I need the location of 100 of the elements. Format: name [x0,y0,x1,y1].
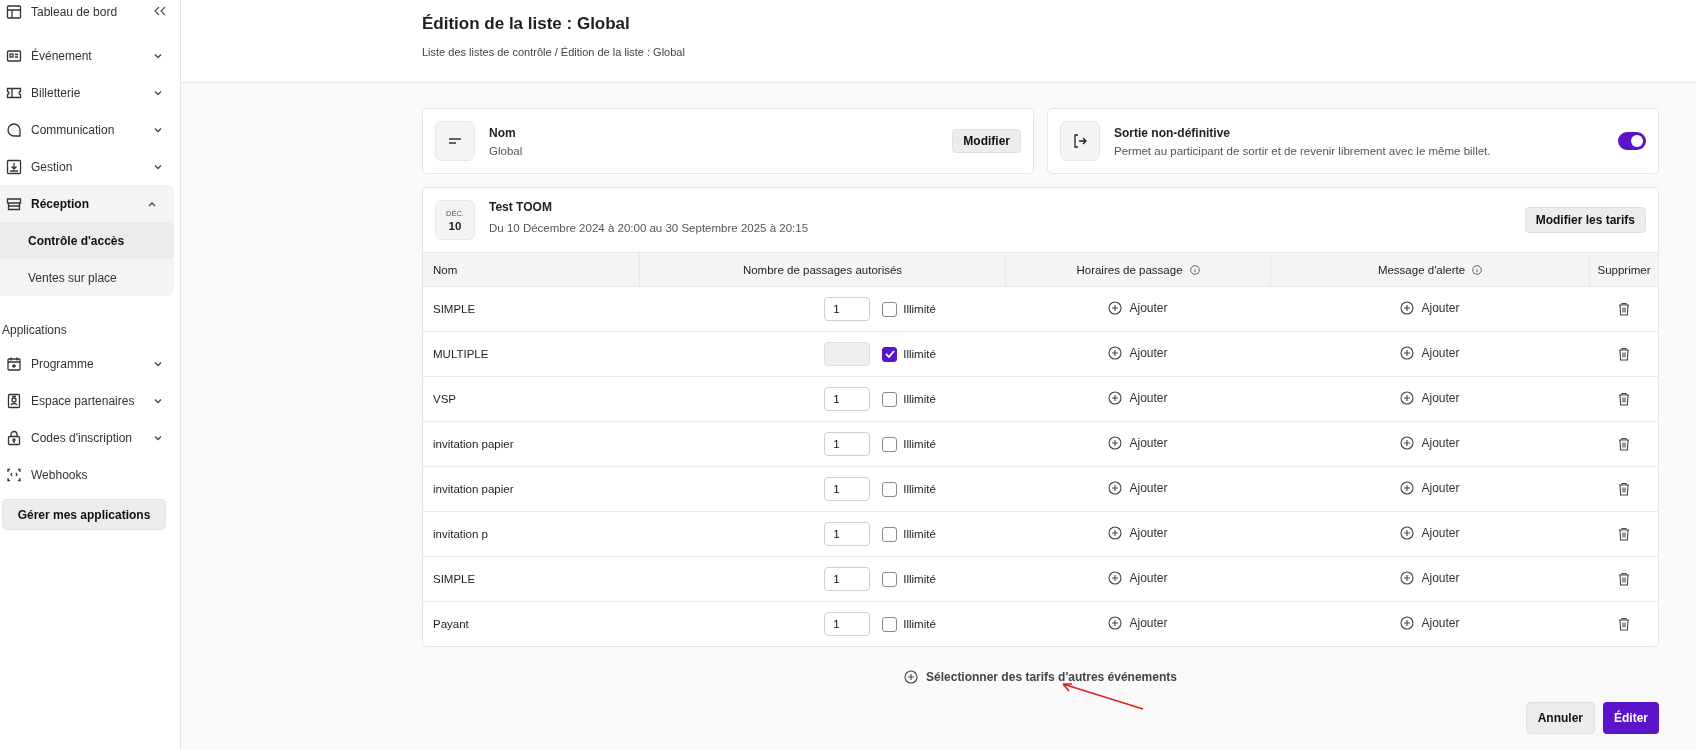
plus-circle-icon [1400,571,1415,585]
count-field[interactable]: 1 [824,567,871,591]
trash-icon[interactable] [1617,347,1630,361]
add-link[interactable]: Ajouter [1108,301,1168,315]
plus-circle-icon [1108,436,1123,450]
calendar-icon [6,355,22,372]
trash-icon[interactable] [1617,302,1630,316]
card-label: Sortie non-définitive [1114,125,1231,140]
plus-circle-icon [904,670,918,684]
checkbox-label: Illimité [903,573,936,585]
checkbox[interactable] [882,436,898,452]
add-link[interactable]: Ajouter [1400,391,1460,405]
sidebar-subitem[interactable]: Contrôle d'accès [0,222,174,259]
trash-icon[interactable] [1617,392,1630,406]
sidebar-item[interactable]: Espace partenaires [0,382,180,419]
plus-circle-icon [1400,301,1415,315]
checkbox[interactable] [882,526,898,542]
table-cell: Payant [423,601,640,646]
breadcrumb[interactable]: Liste des listes de contrôle / Édition de la liste : Global [422,46,1696,58]
add-link[interactable]: Ajouter [1400,481,1460,495]
trash-icon[interactable] [1617,437,1630,451]
sidebar-item[interactable]: Billetterie [0,74,180,111]
count-field[interactable]: 1 [824,432,871,456]
checkbox[interactable] [882,616,898,632]
submit-button[interactable]: Éditer [1603,702,1659,734]
count-field[interactable]: 1 [824,297,871,321]
trash-icon[interactable] [1617,482,1630,496]
select-other-rates-link[interactable]: Sélectionner des tarifs d'autres événements [904,667,1177,687]
checkbox[interactable] [882,391,898,407]
trash-icon[interactable] [1617,572,1630,586]
table-cell: MULTIPLE [423,331,640,377]
sidebar-item[interactable]: Tableau de bord [0,0,180,24]
column-header: Supprimer [1589,252,1658,287]
add-link[interactable]: Ajouter [1108,481,1168,495]
sidebar-item[interactable]: Codes d'inscription [0,419,180,456]
plus-circle-icon [1400,346,1415,360]
table-cell: SIMPLE [423,556,640,602]
plus-circle-icon [1400,481,1415,495]
sidebar-item[interactable]: Réception [0,185,174,222]
add-link[interactable]: Ajouter [1400,346,1460,360]
add-link[interactable]: Ajouter [1108,571,1168,585]
add-link[interactable]: Ajouter [1108,346,1168,360]
table-cell: invitation papier [423,466,640,512]
trash-icon[interactable] [1617,527,1630,541]
add-link[interactable]: Ajouter [1108,391,1168,405]
plus-circle-icon [1108,301,1123,315]
plus-circle-icon [1108,571,1123,585]
checkbox[interactable] [882,571,898,587]
checkbox-label: Illimité [903,348,936,360]
add-link[interactable]: Ajouter [1400,301,1460,315]
modify-button[interactable]: Modifier [952,129,1021,153]
checkbox[interactable] [882,481,898,497]
sidebar-item[interactable]: Événement [0,37,180,74]
cancel-button[interactable]: Annuler [1525,702,1595,734]
checkbox-label: Illimité [903,393,936,405]
count-field[interactable]: 1 [824,477,871,501]
add-link[interactable]: Ajouter [1400,436,1460,450]
chat-bubble-icon [6,121,22,138]
plus-circle-icon [1400,391,1415,405]
checkbox-label: Illimité [903,438,936,450]
count-field[interactable]: 1 [824,522,871,546]
table-cell: invitation p [423,511,640,557]
info-icon [1472,264,1483,275]
sidebar-item[interactable]: Webhooks [0,456,180,493]
plus-circle-icon [1108,481,1123,495]
sidebar-item[interactable]: Programme [0,345,180,382]
checkbox-label: Illimité [903,483,936,495]
count-field[interactable]: 1 [824,387,871,411]
add-link[interactable]: Ajouter [1400,571,1460,585]
add-link[interactable]: Ajouter [1400,616,1460,630]
plus-circle-icon [1108,526,1123,540]
table-cell: VSP [423,376,640,422]
trash-icon[interactable] [1617,617,1630,631]
collapse-icon[interactable] [154,6,166,16]
card-value: Global [489,144,524,157]
code-bracket-icon [6,466,22,483]
event-title: Test TOOM [489,200,553,214]
add-link[interactable]: Ajouter [1108,436,1168,450]
plus-circle-icon [1108,616,1123,630]
checkbox[interactable] [882,346,898,362]
modify-rates-button[interactable]: Modifier les tarifs [1524,207,1646,233]
add-link[interactable]: Ajouter [1108,616,1168,630]
checkbox-label: Illimité [903,618,936,630]
sidebar-subitem[interactable]: Ventes sur place [0,259,174,296]
info-icon [1189,264,1200,275]
text-lines-icon [435,121,475,161]
plus-circle-icon [1108,391,1123,405]
exit-icon [1060,121,1100,161]
checkbox-label: Illimité [903,528,936,540]
sidebar-item[interactable]: Communication [0,111,180,148]
section-title: Applications [1,322,68,339]
toggle-switch[interactable] [1618,132,1646,150]
add-link[interactable]: Ajouter [1108,526,1168,540]
lock-icon [6,429,22,446]
sidebar-item[interactable]: Gestion [0,148,180,185]
manage-apps-button[interactable]: Gérer mes applications [2,499,166,530]
count-field[interactable]: 1 [824,612,871,636]
column-header: Nom [423,252,640,287]
add-link[interactable]: Ajouter [1400,526,1460,540]
checkbox[interactable] [882,301,898,317]
